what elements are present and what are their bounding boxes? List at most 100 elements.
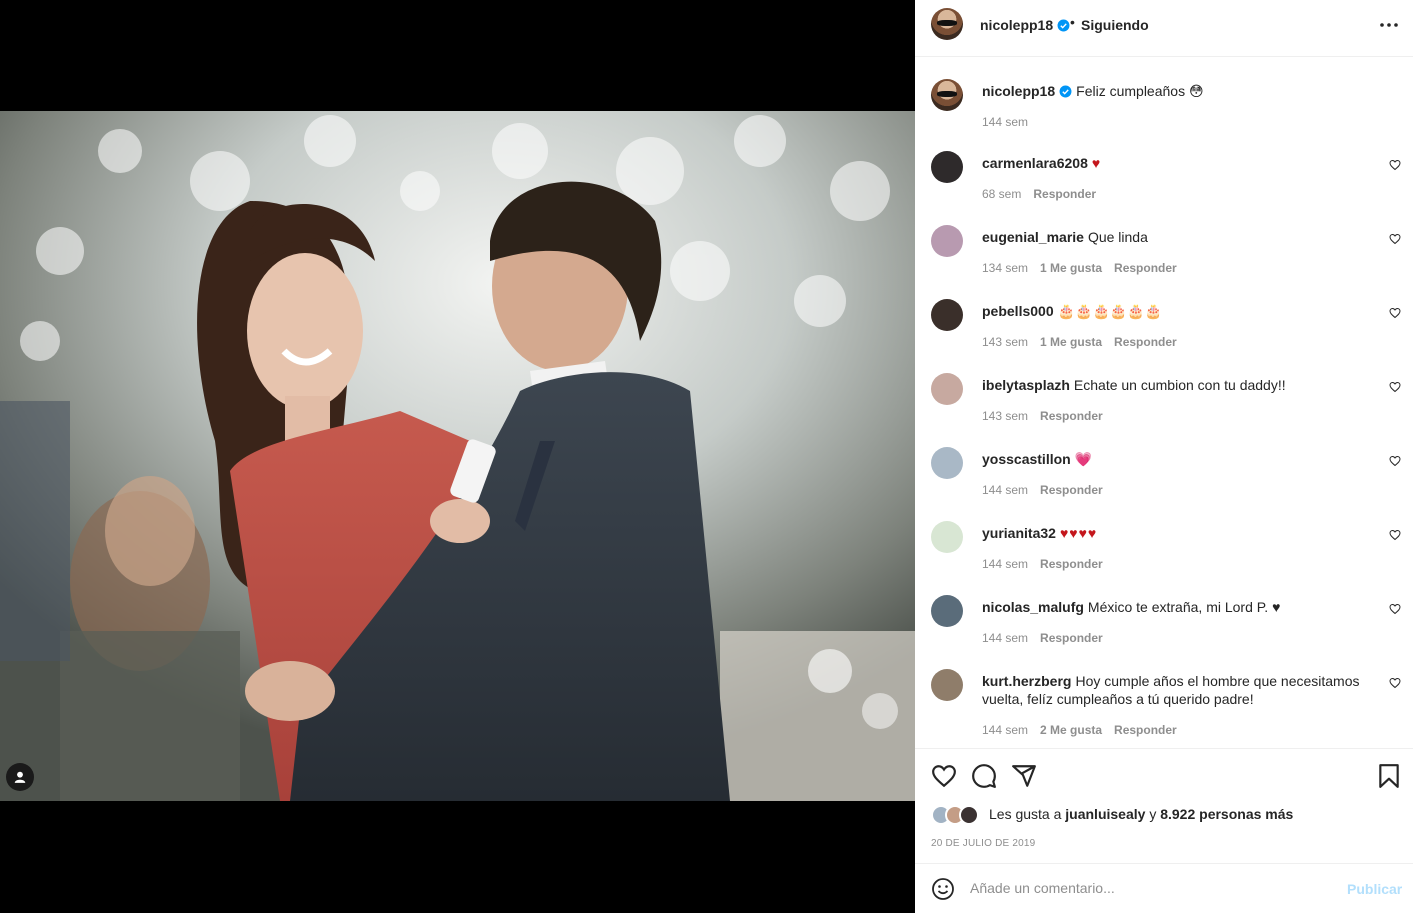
reply-button[interactable]: Responder bbox=[1040, 631, 1103, 645]
reply-button[interactable]: Responder bbox=[1114, 335, 1177, 349]
likes-user[interactable]: juanluisealy bbox=[1065, 806, 1145, 822]
heart-icon[interactable] bbox=[1389, 381, 1401, 393]
comment-item: yosscastillon 💗 144 sem Responder bbox=[931, 447, 1401, 507]
comment-username[interactable]: yosscastillon bbox=[982, 451, 1071, 467]
publish-button[interactable]: Publicar bbox=[1347, 881, 1402, 897]
comment-text: 💗 bbox=[1074, 451, 1093, 467]
comment-likes[interactable]: 2 Me gusta bbox=[1040, 723, 1102, 737]
owner-username[interactable]: nicolepp18 bbox=[980, 17, 1053, 33]
reply-button[interactable]: Responder bbox=[1040, 557, 1103, 571]
likes-prefix: Les gusta a bbox=[989, 806, 1062, 822]
comment-username[interactable]: yurianita32 bbox=[982, 525, 1056, 541]
comment-time[interactable]: 144 sem bbox=[982, 631, 1028, 645]
user-tag-button[interactable] bbox=[6, 763, 34, 791]
comment-meta: 144 sem 2 Me gusta Responder bbox=[982, 723, 1189, 737]
commenter-avatar[interactable] bbox=[931, 669, 963, 701]
comment-time[interactable]: 134 sem bbox=[982, 261, 1028, 275]
heart-icon[interactable] bbox=[931, 763, 957, 789]
comment-item: nicolas_malufg México te extraña, mi Lord… bbox=[931, 595, 1401, 655]
comment-body: eugenial_marie Que linda bbox=[982, 228, 1382, 246]
comment-text: 🎂🎂🎂🎂🎂🎂 bbox=[1057, 303, 1163, 319]
comment-username[interactable]: nicolas_malufg bbox=[982, 599, 1084, 615]
reply-button[interactable]: Responder bbox=[1040, 483, 1103, 497]
heart-icon[interactable] bbox=[1389, 455, 1401, 467]
caption-username[interactable]: nicolepp18 bbox=[982, 83, 1055, 99]
heart-icon[interactable] bbox=[1389, 307, 1401, 319]
caption-time[interactable]: 144 sem bbox=[982, 115, 1028, 129]
caption-text: Feliz cumpleaños 😳 bbox=[1076, 83, 1204, 99]
comment-item: pebells000 🎂🎂🎂🎂🎂🎂 143 sem 1 Me gusta Respon… bbox=[931, 299, 1401, 359]
comment-username[interactable]: eugenial_marie bbox=[982, 229, 1084, 245]
heart-icon[interactable] bbox=[1389, 603, 1401, 615]
reply-button[interactable]: Responder bbox=[1114, 723, 1177, 737]
comment-time[interactable]: 144 sem bbox=[982, 483, 1028, 497]
comment-username[interactable]: ibelytasplazh bbox=[982, 377, 1070, 393]
sunglasses-shape bbox=[936, 20, 958, 26]
comment-meta: 134 sem 1 Me gusta Responder bbox=[982, 261, 1189, 275]
comment-body: yosscastillon 💗 bbox=[982, 450, 1382, 468]
share-icon[interactable] bbox=[1011, 763, 1037, 789]
commenter-avatar[interactable] bbox=[931, 225, 963, 257]
follow-status-button[interactable]: Siguiendo bbox=[1081, 17, 1149, 33]
bookmark-icon[interactable] bbox=[1376, 763, 1402, 789]
post-media bbox=[0, 0, 915, 913]
comment-composer: Publicar bbox=[915, 864, 1413, 913]
user-tag-icon bbox=[14, 771, 26, 783]
commenter-avatar[interactable] bbox=[931, 373, 963, 405]
sunglasses-shape bbox=[936, 91, 958, 97]
emoji-icon[interactable] bbox=[931, 877, 955, 901]
comment-username[interactable]: carmenlara6208 bbox=[982, 155, 1088, 171]
heart-icon[interactable] bbox=[1389, 159, 1401, 171]
comment-item: yurianita32 ♥♥♥♥ 144 sem Responder bbox=[931, 521, 1401, 581]
commenter-avatar[interactable] bbox=[931, 595, 963, 627]
post-caption: nicolepp18 Feliz cumpleaños 😳 144 sem bbox=[931, 79, 1401, 139]
comment-meta: 144 sem Responder bbox=[982, 631, 1115, 645]
comments-list[interactable]: nicolepp18 Feliz cumpleaños 😳 144 sem car… bbox=[915, 57, 1413, 749]
comment-meta: 144 sem Responder bbox=[982, 557, 1115, 571]
liker-avatar[interactable] bbox=[959, 805, 979, 825]
comment-text: ♥♥♥♥ bbox=[1059, 525, 1098, 541]
post-photo-illustration bbox=[0, 111, 915, 801]
post-date[interactable]: 20 DE JULIO DE 2019 bbox=[931, 838, 1035, 849]
likes-others[interactable]: 8.922 personas más bbox=[1160, 806, 1293, 822]
comment-body: kurt.herzberg Hoy cumple años el hombre q… bbox=[982, 672, 1382, 708]
verified-icon bbox=[1059, 85, 1072, 98]
commenter-avatar[interactable] bbox=[931, 151, 963, 183]
comment-body: yurianita32 ♥♥♥♥ bbox=[982, 524, 1382, 542]
reply-button[interactable]: Responder bbox=[1033, 187, 1096, 201]
comment-likes[interactable]: 1 Me gusta bbox=[1040, 261, 1102, 275]
comment-item: kurt.herzberg Hoy cumple años el hombre q… bbox=[931, 669, 1401, 748]
comment-time[interactable]: 143 sem bbox=[982, 335, 1028, 349]
more-options-icon[interactable] bbox=[1377, 16, 1401, 34]
comment-likes[interactable]: 1 Me gusta bbox=[1040, 335, 1102, 349]
commenter-avatar[interactable] bbox=[931, 447, 963, 479]
comment-meta: 144 sem Responder bbox=[982, 483, 1115, 497]
comment-input[interactable] bbox=[970, 876, 1330, 900]
heart-icon[interactable] bbox=[1389, 677, 1401, 689]
commenter-avatar[interactable] bbox=[931, 299, 963, 331]
comment-body: pebells000 🎂🎂🎂🎂🎂🎂 bbox=[982, 302, 1382, 320]
reply-button[interactable]: Responder bbox=[1114, 261, 1177, 275]
comment-time[interactable]: 68 sem bbox=[982, 187, 1021, 201]
comment-icon[interactable] bbox=[971, 763, 997, 789]
heart-icon[interactable] bbox=[1389, 233, 1401, 245]
comment-item: eugenial_marie Que linda 134 sem 1 Me gust… bbox=[931, 225, 1401, 285]
reply-button[interactable]: Responder bbox=[1040, 409, 1103, 423]
commenter-avatar[interactable] bbox=[931, 521, 963, 553]
caption-avatar[interactable] bbox=[931, 79, 963, 111]
owner-username-row: nicolepp18 bbox=[980, 17, 1070, 33]
comment-body: carmenlara6208 ♥ bbox=[982, 154, 1382, 172]
comment-text: ♥ bbox=[1091, 155, 1101, 171]
comment-username[interactable]: pebells000 bbox=[982, 303, 1054, 319]
comment-meta: 143 sem Responder bbox=[982, 409, 1115, 423]
comment-time[interactable]: 144 sem bbox=[982, 723, 1028, 737]
comment-body: ibelytasplazh Echate un cumbion con tu da… bbox=[982, 376, 1382, 394]
comment-username[interactable]: kurt.herzberg bbox=[982, 673, 1071, 689]
comment-time[interactable]: 143 sem bbox=[982, 409, 1028, 423]
post-header: nicolepp18 • Siguiendo bbox=[915, 0, 1413, 57]
heart-icon[interactable] bbox=[1389, 529, 1401, 541]
caption-meta: 144 sem bbox=[982, 115, 1040, 129]
owner-avatar[interactable] bbox=[931, 8, 963, 40]
comment-time[interactable]: 144 sem bbox=[982, 557, 1028, 571]
post-photo[interactable] bbox=[0, 111, 915, 801]
